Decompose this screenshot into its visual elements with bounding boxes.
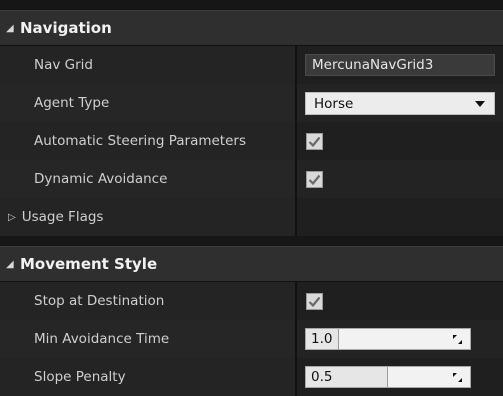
spinbox-value: 1.0 xyxy=(311,331,333,347)
property-label: Min Avoidance Time xyxy=(34,331,170,347)
property-label: Usage Flags xyxy=(21,209,104,225)
property-name-cell: Slope Penalty xyxy=(0,358,297,396)
property-value-cell xyxy=(297,198,503,236)
property-label: Dynamic Avoidance xyxy=(34,171,168,187)
property-name-cell: Min Avoidance Time xyxy=(0,320,297,358)
dynamic-avoidance-checkbox[interactable] xyxy=(306,171,323,188)
property-label: Slope Penalty xyxy=(34,369,126,385)
property-value-cell: Horse xyxy=(297,84,503,122)
property-value-cell: 1.0 xyxy=(297,320,503,358)
property-value-cell xyxy=(297,160,503,198)
details-panel: ◢ Navigation Nav Grid MercunaNavGrid3 Ag… xyxy=(0,0,503,396)
chevron-down-icon[interactable] xyxy=(475,101,485,107)
property-label: Nav Grid xyxy=(34,57,93,73)
checkmark-icon xyxy=(308,136,321,148)
min-avoidance-time-spinbox[interactable]: 1.0 xyxy=(305,328,471,350)
category-label: Navigation xyxy=(20,19,112,37)
dropdown-value: Horse xyxy=(314,95,354,112)
property-value-cell xyxy=(297,122,503,160)
property-value-cell: 0.5 xyxy=(297,358,503,396)
auto-steering-checkbox[interactable] xyxy=(306,133,323,150)
checkmark-icon xyxy=(308,174,321,186)
property-row-auto-steering: Automatic Steering Parameters xyxy=(0,122,503,160)
triangle-down-icon[interactable]: ◢ xyxy=(6,23,16,34)
property-row-usage-flags: ▷ Usage Flags xyxy=(0,198,503,236)
category-movement-style[interactable]: ◢ Movement Style xyxy=(0,246,503,282)
property-row-dynamic-avoidance: Dynamic Avoidance xyxy=(0,160,503,198)
property-name-cell: Stop at Destination xyxy=(0,282,297,320)
property-row-stop-at-destination: Stop at Destination xyxy=(0,282,503,320)
property-row-slope-penalty: Slope Penalty 0.5 xyxy=(0,358,503,396)
property-name-cell[interactable]: ▷ Usage Flags xyxy=(0,198,297,236)
category-label: Movement Style xyxy=(20,255,158,273)
property-name-cell: Agent Type xyxy=(0,84,297,122)
spinbox-value: 0.5 xyxy=(311,369,333,385)
checkmark-icon xyxy=(308,296,321,308)
triangle-right-icon[interactable]: ▷ xyxy=(8,212,16,223)
property-label: Agent Type xyxy=(34,95,110,111)
property-label: Automatic Steering Parameters xyxy=(34,133,246,149)
property-row-min-avoidance-time: Min Avoidance Time 1.0 xyxy=(0,320,503,358)
property-name-cell: Automatic Steering Parameters xyxy=(0,122,297,160)
property-row-nav-grid: Nav Grid MercunaNavGrid3 xyxy=(0,46,503,84)
resize-handle-icon[interactable] xyxy=(452,372,463,383)
property-value-cell xyxy=(297,282,503,320)
property-value-cell: MercunaNavGrid3 xyxy=(297,46,503,84)
resize-handle-icon[interactable] xyxy=(452,334,463,345)
agent-type-dropdown[interactable]: Horse xyxy=(305,92,495,115)
property-name-cell: Dynamic Avoidance xyxy=(0,160,297,198)
property-label: Stop at Destination xyxy=(34,293,165,309)
property-name-cell: Nav Grid xyxy=(0,46,297,84)
nav-grid-field[interactable]: MercunaNavGrid3 xyxy=(305,54,495,76)
category-navigation[interactable]: ◢ Navigation xyxy=(0,10,503,46)
stop-at-destination-checkbox[interactable] xyxy=(306,293,323,310)
property-row-agent-type: Agent Type Horse xyxy=(0,84,503,122)
slope-penalty-spinbox[interactable]: 0.5 xyxy=(305,366,471,388)
triangle-down-icon[interactable]: ◢ xyxy=(6,259,16,270)
